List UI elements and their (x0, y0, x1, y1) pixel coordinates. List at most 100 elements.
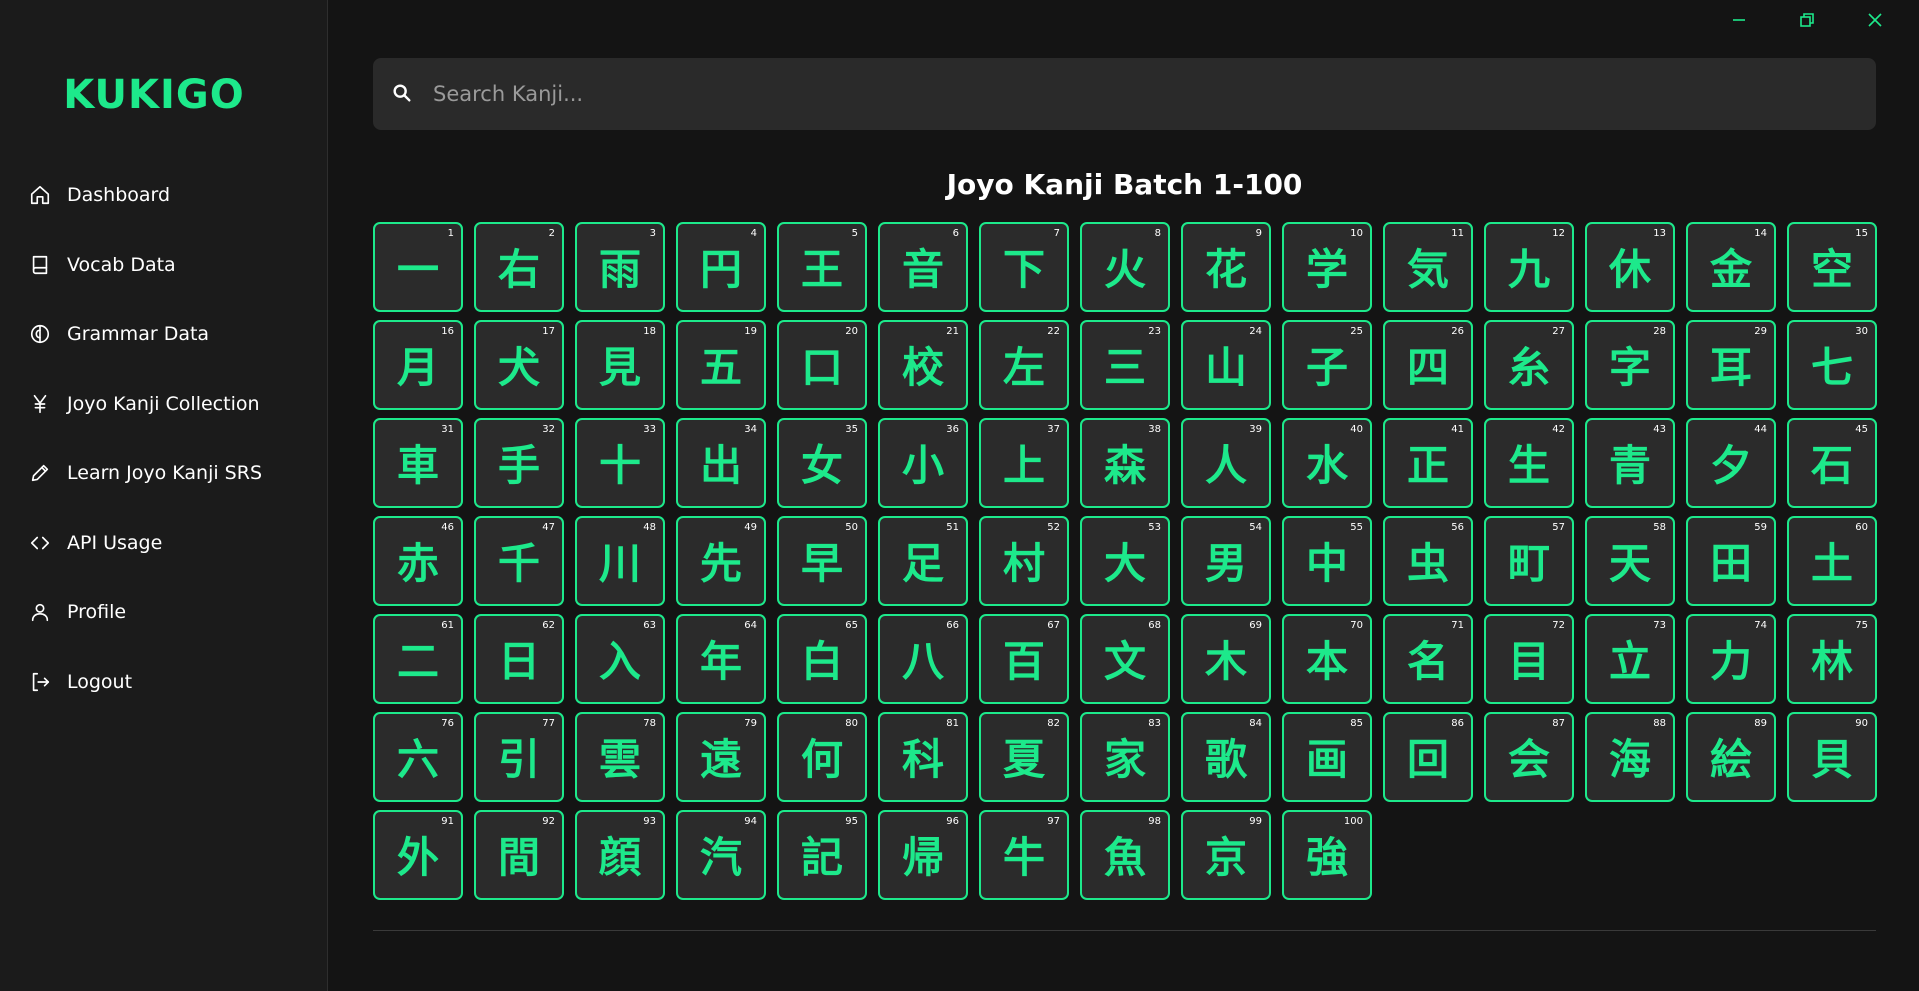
kanji-card[interactable]: 17 犬 (474, 320, 564, 410)
kanji-card[interactable]: 13 休 (1585, 222, 1675, 312)
kanji-card[interactable]: 87 会 (1484, 712, 1574, 802)
kanji-card[interactable]: 40 水 (1282, 418, 1372, 508)
kanji-card[interactable]: 28 字 (1585, 320, 1675, 410)
kanji-card[interactable]: 64 年 (676, 614, 766, 704)
kanji-card[interactable]: 39 人 (1181, 418, 1271, 508)
kanji-card[interactable]: 23 三 (1080, 320, 1170, 410)
minimize-button[interactable] (1724, 8, 1754, 32)
kanji-card[interactable]: 3雨 (575, 222, 665, 312)
kanji-card[interactable]: 29 耳 (1686, 320, 1776, 410)
kanji-card[interactable]: 42 生 (1484, 418, 1574, 508)
kanji-card[interactable]: 44 夕 (1686, 418, 1776, 508)
close-button[interactable] (1860, 8, 1890, 32)
kanji-card[interactable]: 12 九 (1484, 222, 1574, 312)
kanji-card[interactable]: 83 家 (1080, 712, 1170, 802)
kanji-card[interactable]: 79 遠 (676, 712, 766, 802)
kanji-card[interactable]: 45 石 (1787, 418, 1877, 508)
kanji-card[interactable]: 7下 (979, 222, 1069, 312)
kanji-card[interactable]: 74 力 (1686, 614, 1776, 704)
kanji-card[interactable]: 91 外 (373, 810, 463, 900)
kanji-card[interactable]: 36 小 (878, 418, 968, 508)
sidebar-item-logout[interactable]: Logout (0, 657, 328, 707)
kanji-card[interactable]: 76 六 (373, 712, 463, 802)
kanji-card[interactable]: 1一 (373, 222, 463, 312)
kanji-card[interactable]: 59 田 (1686, 516, 1776, 606)
kanji-card[interactable]: 78 雲 (575, 712, 665, 802)
kanji-card[interactable]: 60 土 (1787, 516, 1877, 606)
kanji-card[interactable]: 63 入 (575, 614, 665, 704)
kanji-card[interactable]: 89 絵 (1686, 712, 1776, 802)
kanji-card[interactable]: 96 帰 (878, 810, 968, 900)
kanji-card[interactable]: 86 回 (1383, 712, 1473, 802)
kanji-card[interactable]: 9花 (1181, 222, 1271, 312)
kanji-card[interactable]: 49 先 (676, 516, 766, 606)
kanji-card[interactable]: 50 早 (777, 516, 867, 606)
kanji-card[interactable]: 81 科 (878, 712, 968, 802)
kanji-card[interactable]: 48 川 (575, 516, 665, 606)
kanji-card[interactable]: 47 千 (474, 516, 564, 606)
sidebar-item-api-usage[interactable]: API Usage (0, 518, 328, 568)
kanji-card[interactable]: 2右 (474, 222, 564, 312)
kanji-card[interactable]: 5王 (777, 222, 867, 312)
kanji-card[interactable]: 54 男 (1181, 516, 1271, 606)
kanji-card[interactable]: 97 牛 (979, 810, 1069, 900)
kanji-card[interactable]: 10 学 (1282, 222, 1372, 312)
kanji-card[interactable]: 66 八 (878, 614, 968, 704)
kanji-card[interactable]: 19 五 (676, 320, 766, 410)
kanji-card[interactable]: 98 魚 (1080, 810, 1170, 900)
kanji-card[interactable]: 77 引 (474, 712, 564, 802)
kanji-card[interactable]: 56 虫 (1383, 516, 1473, 606)
kanji-card[interactable]: 27 糸 (1484, 320, 1574, 410)
kanji-card[interactable]: 72 目 (1484, 614, 1574, 704)
kanji-card[interactable]: 80 何 (777, 712, 867, 802)
kanji-card[interactable]: 82 夏 (979, 712, 1069, 802)
kanji-card[interactable]: 20 口 (777, 320, 867, 410)
kanji-card[interactable]: 85 画 (1282, 712, 1372, 802)
kanji-card[interactable]: 35 女 (777, 418, 867, 508)
sidebar-item-vocab-data[interactable]: Vocab Data (0, 240, 328, 290)
kanji-card[interactable]: 25 子 (1282, 320, 1372, 410)
kanji-card[interactable]: 61 二 (373, 614, 463, 704)
sidebar-item-joyo-kanji-collection[interactable]: Joyo Kanji Collection (0, 379, 328, 429)
kanji-card[interactable]: 8火 (1080, 222, 1170, 312)
kanji-card[interactable]: 33 十 (575, 418, 665, 508)
kanji-card[interactable]: 16 月 (373, 320, 463, 410)
maximize-button[interactable] (1792, 8, 1822, 32)
kanji-card[interactable]: 88 海 (1585, 712, 1675, 802)
kanji-card[interactable]: 21 校 (878, 320, 968, 410)
kanji-card[interactable]: 24 山 (1181, 320, 1271, 410)
kanji-card[interactable]: 92 間 (474, 810, 564, 900)
kanji-card[interactable]: 57 町 (1484, 516, 1574, 606)
kanji-card[interactable]: 14 金 (1686, 222, 1776, 312)
kanji-card[interactable]: 55 中 (1282, 516, 1372, 606)
kanji-card[interactable]: 100 強 (1282, 810, 1372, 900)
kanji-card[interactable]: 58 天 (1585, 516, 1675, 606)
kanji-card[interactable]: 41 正 (1383, 418, 1473, 508)
kanji-card[interactable]: 95 記 (777, 810, 867, 900)
kanji-card[interactable]: 15 空 (1787, 222, 1877, 312)
kanji-card[interactable]: 99 京 (1181, 810, 1271, 900)
kanji-card[interactable]: 6音 (878, 222, 968, 312)
kanji-card[interactable]: 65 白 (777, 614, 867, 704)
kanji-card[interactable]: 75 林 (1787, 614, 1877, 704)
sidebar-item-learn-joyo-kanji-srs[interactable]: Learn Joyo Kanji SRS (0, 448, 328, 498)
kanji-card[interactable]: 22 左 (979, 320, 1069, 410)
kanji-card[interactable]: 90 貝 (1787, 712, 1877, 802)
kanji-card[interactable]: 46 赤 (373, 516, 463, 606)
kanji-card[interactable]: 26 四 (1383, 320, 1473, 410)
kanji-card[interactable]: 31 車 (373, 418, 463, 508)
kanji-card[interactable]: 68 文 (1080, 614, 1170, 704)
search-input[interactable] (433, 74, 1853, 114)
kanji-card[interactable]: 73 立 (1585, 614, 1675, 704)
kanji-card[interactable]: 52 村 (979, 516, 1069, 606)
kanji-card[interactable]: 70 本 (1282, 614, 1372, 704)
sidebar-item-profile[interactable]: Profile (0, 587, 328, 637)
kanji-card[interactable]: 38 森 (1080, 418, 1170, 508)
kanji-card[interactable]: 32 手 (474, 418, 564, 508)
kanji-card[interactable]: 30 七 (1787, 320, 1877, 410)
kanji-card[interactable]: 71 名 (1383, 614, 1473, 704)
sidebar-item-dashboard[interactable]: Dashboard (0, 170, 328, 220)
kanji-card[interactable]: 34 出 (676, 418, 766, 508)
kanji-card[interactable]: 43 青 (1585, 418, 1675, 508)
kanji-card[interactable]: 51 足 (878, 516, 968, 606)
